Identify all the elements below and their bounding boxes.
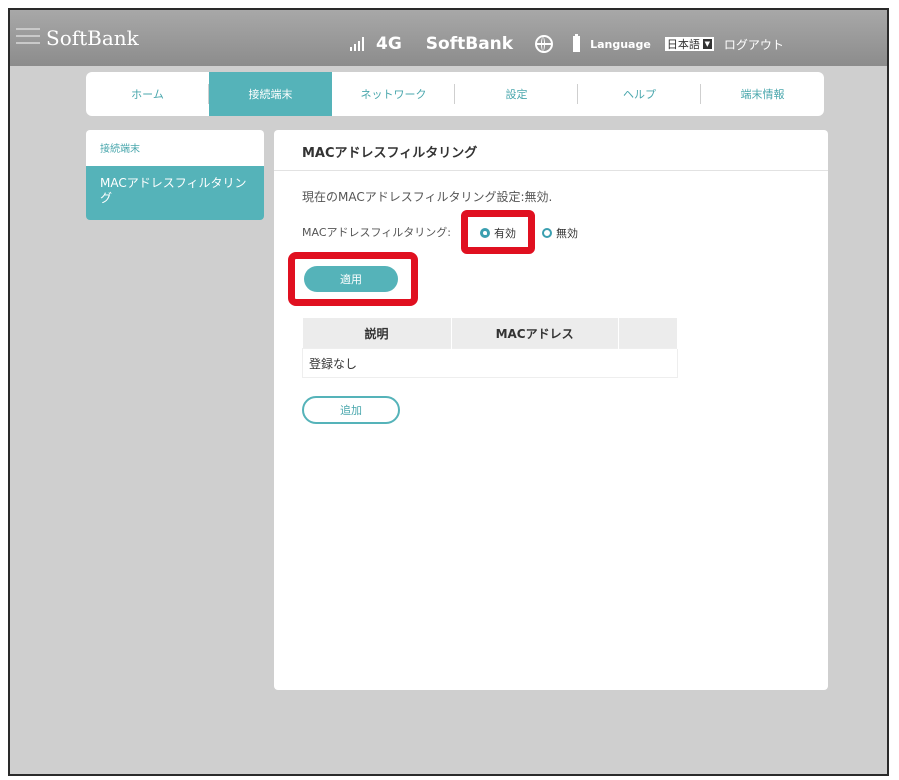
sidebar-item-mac-filtering[interactable]: MACアドレスフィルタリング	[86, 166, 264, 220]
sidebar: 接続端末 MACアドレスフィルタリング	[86, 130, 264, 220]
language-select[interactable]: 日本語 ▼	[664, 37, 714, 51]
highlight-box-radio	[461, 210, 535, 254]
mac-table: 説明 MACアドレス 登録なし	[302, 318, 679, 378]
menu-icon[interactable]	[16, 28, 40, 49]
browser-frame: SoftBank 4G SoftBank Language 日本語 ▼ ログアウ…	[8, 8, 889, 776]
sidebar-item-connected-devices[interactable]: 接続端末	[86, 130, 264, 166]
tab-settings[interactable]: 設定	[455, 72, 578, 116]
network-type: 4G	[376, 34, 402, 54]
globe-icon	[535, 35, 554, 53]
radio-disable[interactable]: 無効	[542, 225, 578, 241]
title-divider	[274, 170, 828, 171]
carrier-name: SoftBank	[425, 34, 514, 54]
filter-label: MACアドレスフィルタリング:	[302, 226, 451, 239]
radio-disable-label: 無効	[556, 227, 578, 240]
tab-connected-devices[interactable]: 接続端末	[209, 72, 332, 116]
highlight-box-apply	[288, 252, 418, 306]
content-panel: MACアドレスフィルタリング 現在のMACアドレスフィルタリング設定:無効. M…	[274, 130, 828, 690]
page-title: MACアドレスフィルタリング	[302, 146, 478, 161]
signal-strength-icon	[350, 37, 364, 51]
status-area: 4G SoftBank Language 日本語 ▼ ログアウト	[350, 34, 784, 54]
tab-help[interactable]: ヘルプ	[578, 72, 701, 116]
column-header-mac-address: MACアドレス	[451, 318, 619, 349]
battery-icon	[573, 34, 581, 52]
add-button[interactable]: 追加	[302, 396, 400, 424]
brand-logo: SoftBank	[46, 26, 139, 50]
header-bar: SoftBank 4G SoftBank Language 日本語 ▼ ログアウ…	[10, 10, 887, 66]
main-tabs: ホーム 接続端末 ネットワーク 設定 ヘルプ 端末情報	[86, 72, 824, 116]
language-select-value: 日本語	[666, 38, 700, 51]
column-header-description: 説明	[302, 318, 452, 349]
logout-link[interactable]: ログアウト	[724, 36, 784, 53]
empty-row-text: 登録なし	[302, 348, 678, 378]
tab-network[interactable]: ネットワーク	[332, 72, 455, 116]
table-row: 登録なし	[302, 348, 678, 378]
column-header-blank	[618, 318, 679, 349]
current-status-text: 現在のMACアドレスフィルタリング設定:無効.	[302, 190, 553, 204]
language-label: Language	[590, 37, 651, 51]
chevron-down-icon: ▼	[702, 39, 712, 49]
tab-home[interactable]: ホーム	[86, 72, 209, 116]
radio-unselected-icon	[542, 228, 552, 238]
tab-device-info[interactable]: 端末情報	[701, 72, 824, 116]
